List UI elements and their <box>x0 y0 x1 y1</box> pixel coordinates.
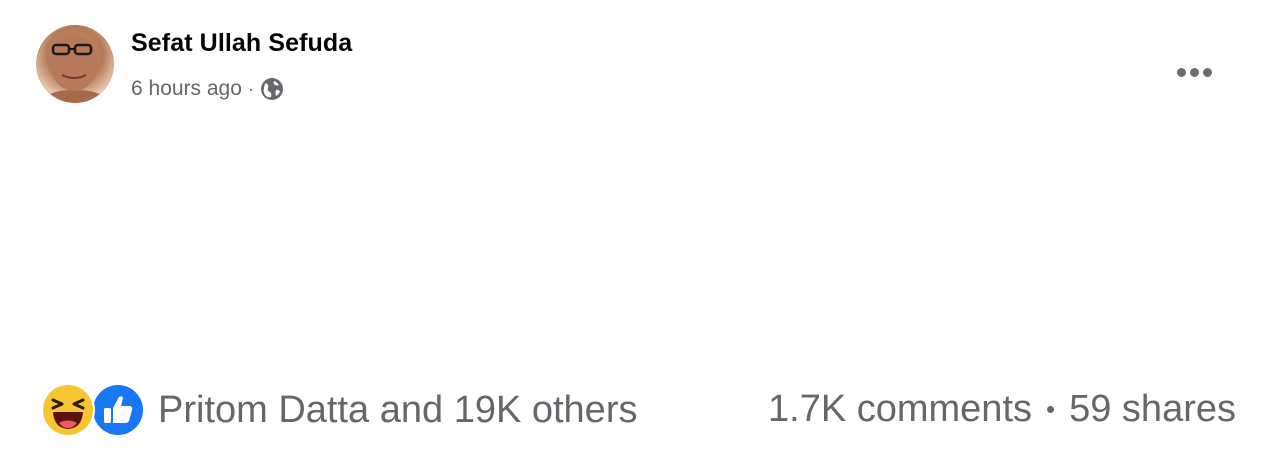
post-timestamp[interactable]: 6 hours ago <box>131 77 242 101</box>
globe-icon[interactable] <box>260 77 284 101</box>
ellipsis-dot <box>1176 67 1186 77</box>
meta-separator: · <box>247 78 254 99</box>
post-meta: 6 hours ago · <box>131 77 284 101</box>
ellipsis-dot <box>1189 67 1199 77</box>
reaction-summary-text[interactable]: Pritom Datta and 19K others <box>158 389 637 432</box>
reactions-summary[interactable]: Pritom Datta and 19K others <box>40 382 637 438</box>
engagement-stats: 1.7K comments • 59 shares <box>768 388 1236 431</box>
haha-reaction-icon <box>40 382 96 438</box>
like-reaction-icon <box>90 382 146 438</box>
more-options-button[interactable] <box>1168 58 1220 86</box>
comments-count[interactable]: 1.7K comments <box>768 388 1032 431</box>
author-avatar[interactable] <box>36 25 114 103</box>
facebook-post: Sefat Ullah Sefuda 6 hours ago · Pritom … <box>0 0 1280 475</box>
ellipsis-dot <box>1202 67 1212 77</box>
author-name[interactable]: Sefat Ullah Sefuda <box>131 29 352 58</box>
shares-count[interactable]: 59 shares <box>1069 388 1236 431</box>
stats-separator: • <box>1046 394 1056 424</box>
